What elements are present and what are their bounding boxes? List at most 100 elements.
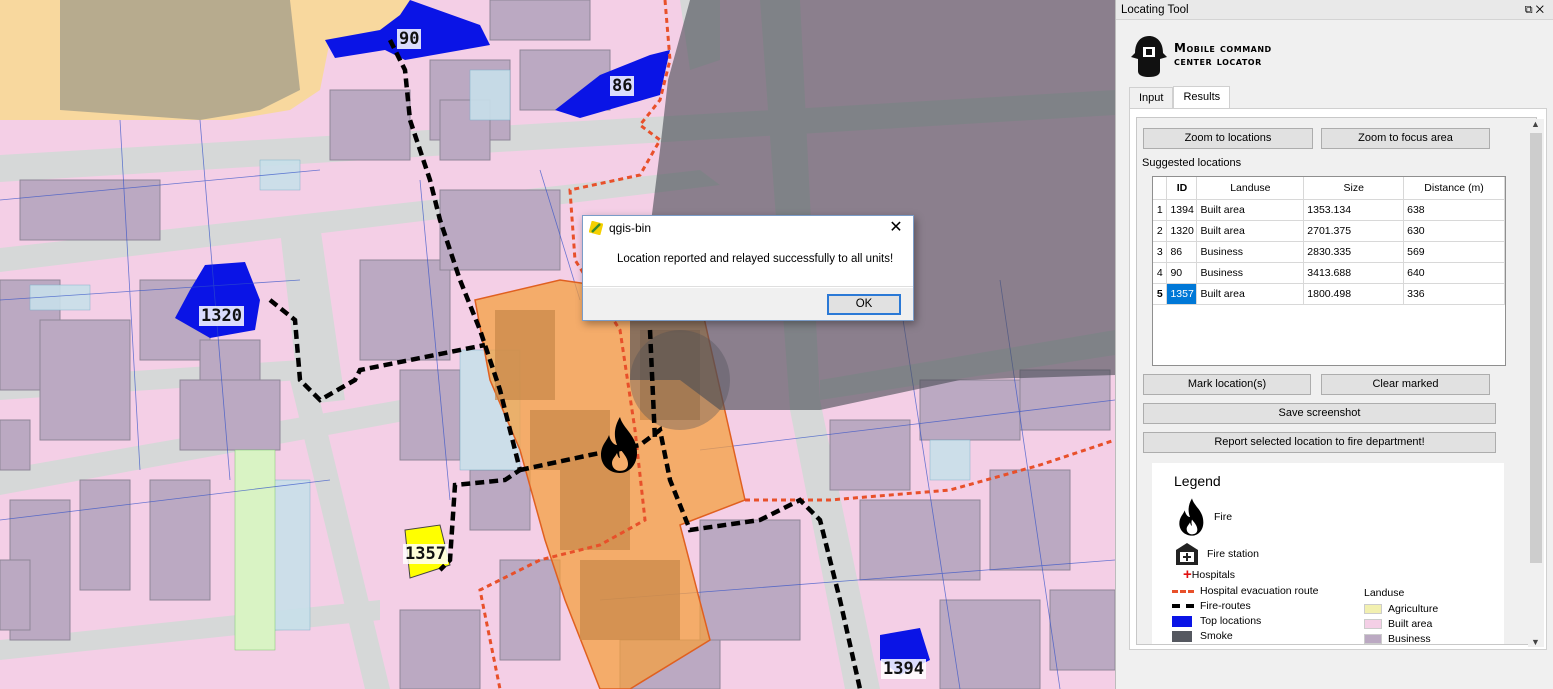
map-label-1320[interactable]: 1320 — [199, 306, 244, 326]
helmet-logo-icon — [1131, 36, 1167, 77]
legend-fire-routes-label: Fire-routes — [1200, 600, 1251, 612]
cell-landuse[interactable]: Business — [1196, 241, 1305, 263]
suggested-locations-table[interactable]: ID Landuse Size Distance (m) 1 1394 Buil… — [1152, 176, 1506, 366]
legend-evac-route: Hospital evacuation route — [1172, 585, 1319, 597]
cell-landuse[interactable]: Built area — [1196, 220, 1305, 242]
legend-hospitals-label: Hospitals — [1191, 569, 1235, 581]
cell-distance[interactable]: 640 — [1403, 262, 1505, 284]
panel-float-close-icons[interactable]: ⧉✕ — [1525, 0, 1547, 20]
dialog-titlebar[interactable]: qgis-bin ✕ — [583, 216, 913, 240]
agriculture-swatch — [1364, 604, 1382, 614]
cell-landuse[interactable]: Built area — [1196, 283, 1305, 305]
row-number[interactable]: 2 — [1153, 220, 1168, 242]
table-row[interactable]: 3 86 Business 2830.335 569 — [1153, 241, 1505, 263]
scrollbar-thumb[interactable] — [1530, 133, 1542, 563]
map-label-90[interactable]: 90 — [397, 29, 422, 49]
legend-fire-station: Fire station — [1174, 542, 1259, 566]
row-number[interactable]: 5 — [1153, 283, 1168, 305]
scroll-up-icon[interactable]: ▲ — [1531, 119, 1540, 129]
fire-route-swatch — [1172, 604, 1194, 608]
cell-id[interactable]: 86 — [1166, 241, 1198, 263]
cell-landuse[interactable]: Business — [1196, 262, 1305, 284]
logo-text: Mobile command center locator — [1174, 42, 1272, 68]
row-number[interactable]: 3 — [1153, 241, 1168, 263]
row-number[interactable]: 4 — [1153, 262, 1168, 284]
row-header-corner — [1153, 177, 1168, 200]
column-header-id[interactable]: ID — [1166, 177, 1198, 200]
table-row[interactable]: 2 1320 Built area 2701.375 630 — [1153, 220, 1505, 242]
legend-agriculture-label: Agriculture — [1388, 603, 1439, 615]
logo-line-2: center locator — [1174, 54, 1262, 68]
cell-size[interactable]: 2830.335 — [1303, 241, 1405, 263]
cell-landuse[interactable]: Built area — [1196, 199, 1305, 221]
table-row[interactable]: 4 90 Business 3413.688 640 — [1153, 262, 1505, 284]
vertical-scrollbar[interactable]: ▲ ▼ — [1528, 119, 1544, 647]
tab-bar: Input Results — [1129, 86, 1231, 108]
mark-locations-button[interactable]: Mark location(s) — [1143, 374, 1311, 395]
dialog-close-button[interactable]: ✕ — [879, 216, 913, 240]
cell-id-selected[interactable]: 1357 — [1166, 283, 1198, 305]
zoom-to-locations-button[interactable]: Zoom to locations — [1143, 128, 1313, 149]
legend-evac-label: Hospital evacuation route — [1200, 585, 1319, 597]
column-header-landuse[interactable]: Landuse — [1196, 177, 1305, 200]
legend: Legend Fire Fire station + Hospitals Hos… — [1152, 463, 1504, 645]
cell-distance[interactable]: 638 — [1403, 199, 1505, 221]
table-row-selected[interactable]: 5 1357 Built area 1800.498 336 — [1153, 283, 1505, 305]
hospital-cross-icon: + — [1183, 566, 1192, 583]
tab-results[interactable]: Results — [1173, 86, 1231, 108]
map-label-1394[interactable]: 1394 — [881, 659, 926, 679]
cell-id[interactable]: 1320 — [1166, 220, 1198, 242]
built-area-swatch — [1364, 619, 1382, 629]
results-scroll-area[interactable]: Zoom to locations Zoom to focus area Sug… — [1136, 117, 1537, 645]
cell-size[interactable]: 2701.375 — [1303, 220, 1405, 242]
dialog-title: qgis-bin — [609, 221, 652, 235]
column-header-size[interactable]: Size — [1303, 177, 1405, 200]
row-number[interactable]: 1 — [1153, 199, 1168, 221]
cell-id[interactable]: 90 — [1166, 262, 1198, 284]
cell-size[interactable]: 1800.498 — [1303, 283, 1405, 305]
legend-hospitals: + Hospitals — [1183, 566, 1235, 583]
cell-size[interactable]: 1353.134 — [1303, 199, 1405, 221]
table-row[interactable]: 1 1394 Built area 1353.134 638 — [1153, 199, 1505, 221]
save-screenshot-button[interactable]: Save screenshot — [1143, 403, 1496, 424]
legend-top-locations-label: Top locations — [1200, 615, 1262, 627]
dialog-message: Location reported and relayed successful… — [583, 240, 913, 288]
results-tab-pane: Zoom to locations Zoom to focus area Sug… — [1129, 108, 1547, 650]
locating-tool-panel: Locating Tool ⧉✕ Mobile command center l… — [1115, 0, 1553, 689]
map-layers — [0, 0, 1115, 689]
cell-distance[interactable]: 336 — [1403, 283, 1505, 305]
fire-station-icon — [1176, 543, 1198, 565]
map-label-1357[interactable]: 1357 — [403, 544, 448, 564]
scroll-down-icon[interactable]: ▼ — [1531, 637, 1540, 647]
legend-built-area-label: Built area — [1388, 618, 1433, 630]
message-dialog: qgis-bin ✕ Location reported and relayed… — [582, 215, 914, 321]
cell-distance[interactable]: 630 — [1403, 220, 1505, 242]
legend-title: Legend — [1174, 473, 1221, 489]
tab-input[interactable]: Input — [1129, 87, 1174, 108]
app-logo: Mobile command center locator — [1130, 32, 1272, 78]
smoke-swatch — [1172, 630, 1192, 642]
legend-fire-routes: Fire-routes — [1172, 600, 1251, 612]
cell-size[interactable]: 3413.688 — [1303, 262, 1405, 284]
legend-built-area: Built area — [1364, 618, 1432, 630]
panel-titlebar[interactable]: Locating Tool ⧉✕ — [1116, 0, 1553, 20]
report-location-button[interactable]: Report selected location to fire departm… — [1143, 432, 1496, 453]
fire-icon — [1179, 498, 1204, 536]
legend-landuse-title: Landuse — [1364, 587, 1405, 599]
legend-fire-station-label: Fire station — [1207, 548, 1259, 560]
clear-marked-button[interactable]: Clear marked — [1321, 374, 1490, 395]
map-label-86[interactable]: 86 — [610, 76, 635, 96]
legend-fire-label: Fire — [1214, 511, 1233, 523]
zoom-to-focus-area-button[interactable]: Zoom to focus area — [1321, 128, 1490, 149]
column-header-distance[interactable]: Distance (m) — [1403, 177, 1505, 200]
legend-top-locations: Top locations — [1172, 615, 1261, 627]
map-canvas[interactable]: 90 86 1320 1357 1394 — [0, 0, 1115, 689]
suggested-locations-label: Suggested locations — [1142, 157, 1242, 169]
ok-button[interactable]: OK — [827, 294, 901, 315]
cell-id[interactable]: 1394 — [1166, 199, 1198, 221]
top-locations-swatch — [1172, 615, 1192, 627]
qgis-app-icon — [589, 221, 603, 235]
legend-smoke-label: Smoke — [1200, 630, 1233, 642]
cell-distance[interactable]: 569 — [1403, 241, 1505, 263]
legend-business-label: Business — [1388, 633, 1431, 645]
